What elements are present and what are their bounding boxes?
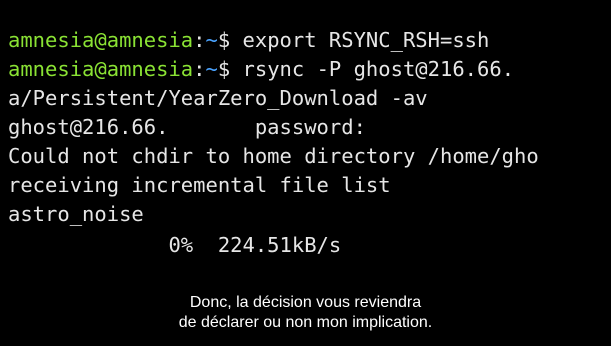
prompt-separator: : <box>193 28 206 52</box>
terminal-line-receiving: receiving incremental file list <box>8 173 391 197</box>
terminal-line-export: amnesia@amnesia:~$ export RSYNC_RSH=ssh <box>8 28 489 53</box>
command-text: export RSYNC_RSH=ssh <box>230 28 490 52</box>
subtitle-line-1: Donc, la décision vous reviendra <box>189 294 422 311</box>
terminal-line-progress: 0% 224.51kB/s <box>8 233 342 257</box>
terminal-line-chdir-error: Could not chdir to home directory /home/… <box>8 144 539 168</box>
terminal-line-rsync-continued: a/Persistent/YearZero_Download -av <box>8 86 428 110</box>
prompt-symbol: $ <box>217 28 231 52</box>
prompt-path: ~ <box>205 57 218 81</box>
command-text: rsync -P ghost@216.66. <box>230 57 515 81</box>
prompt-symbol: $ <box>217 57 231 81</box>
subtitle-line-2: de déclarer ou non mon implication. <box>178 314 433 331</box>
prompt-user: amnesia@amnesia <box>8 57 194 81</box>
terminal-line-rsync: amnesia@amnesia:~$ rsync -P ghost@216.66… <box>8 57 514 82</box>
terminal-window[interactable]: amnesia@amnesia:~$ export RSYNC_RSH=ssh … <box>0 0 611 346</box>
prompt-path: ~ <box>205 28 218 52</box>
terminal-line-password-prompt: ghost@216.66. password: <box>8 115 366 139</box>
prompt-separator: : <box>193 57 206 81</box>
prompt-user: amnesia@amnesia <box>8 28 194 52</box>
terminal-line-filename: astro_noise <box>8 202 144 226</box>
